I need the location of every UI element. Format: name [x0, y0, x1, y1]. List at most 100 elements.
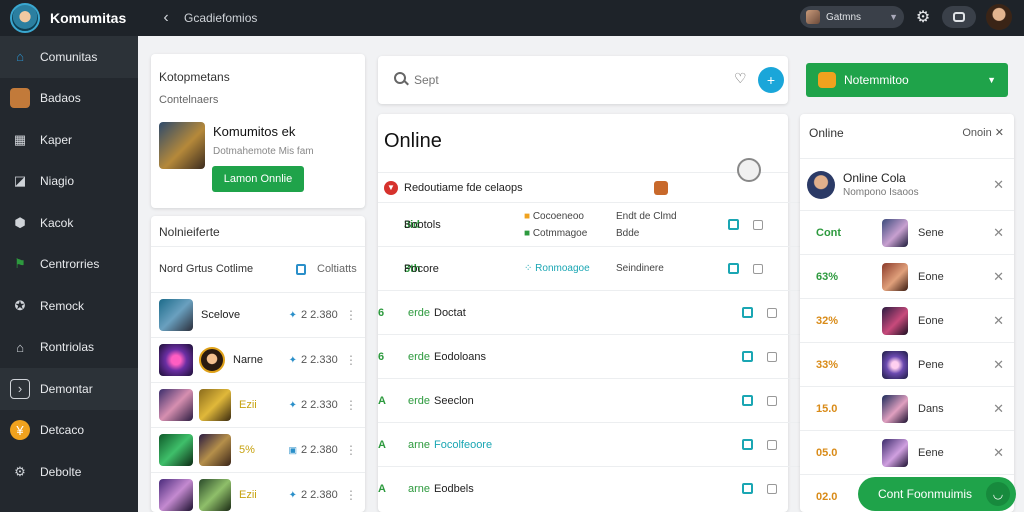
more-icon[interactable]: ⋮	[345, 398, 357, 412]
friends-panel-filter[interactable]: Onoin ✕	[962, 126, 1004, 139]
profile-dropdown[interactable]: Gatmns ▼	[800, 6, 904, 28]
row-checkbox[interactable]	[728, 219, 739, 230]
friend-row[interactable]: Cont Sene ✕	[800, 210, 1014, 254]
row-checkbox[interactable]	[742, 395, 753, 406]
table-row[interactable]: A arne Focolfeoore	[378, 422, 800, 466]
community-chat-button[interactable]: Cont Foonmuimis ◡	[858, 477, 1016, 511]
friend-row[interactable]: 05.0 Eene ✕	[800, 430, 1014, 474]
back-arrow-icon[interactable]: ‹	[154, 9, 178, 27]
friend-thumbnail	[882, 262, 908, 291]
game-thumbnail[interactable]	[159, 122, 205, 169]
close-icon[interactable]: ✕	[993, 177, 1004, 193]
sidebar-item-badaos[interactable]: Badaos	[0, 78, 138, 120]
sidebar-item-detcaco[interactable]: ¥ Detcaco	[0, 410, 138, 452]
list-item[interactable]: 5% ▣ 2 2.380 ⋮	[151, 427, 365, 472]
more-icon[interactable]: ⋮	[345, 488, 357, 502]
friend-row[interactable]: 63% Eone ✕	[800, 254, 1014, 298]
friend-row[interactable]: 32% Eone ✕	[800, 298, 1014, 342]
close-icon[interactable]: ✕	[993, 225, 1004, 241]
more-icon[interactable]: ⋮	[345, 353, 357, 367]
friend-row-name: Pene	[918, 358, 944, 371]
table-row[interactable]: A arne Eodbels	[378, 466, 800, 510]
gear-icon[interactable]: ⚙	[914, 7, 932, 27]
row-tag: arne	[408, 438, 431, 451]
row-select-box[interactable]	[753, 263, 763, 274]
game-thumbnail	[159, 479, 193, 511]
game-thumbnail	[159, 344, 193, 376]
user-avatar[interactable]	[986, 4, 1012, 30]
list-item[interactable]: Narne ✦ 2 2.330 ⋮	[151, 337, 365, 382]
friend-value: 63%	[816, 270, 839, 283]
sidebar-item-demontar[interactable]: › Demontar	[0, 368, 138, 410]
table-row[interactable]: A erde Seeclon	[378, 378, 800, 422]
breadcrumb[interactable]: Gcadiefomios	[184, 11, 257, 25]
friend-row-name: Sene	[918, 226, 944, 239]
close-icon[interactable]: ✕	[993, 357, 1004, 373]
star-icon: ▣	[288, 444, 297, 455]
row-checkbox[interactable]	[742, 351, 753, 362]
table-header-label: Redoutiame fde celaops	[404, 181, 523, 194]
more-icon[interactable]: ⋮	[345, 443, 357, 457]
avatar-icon	[10, 88, 30, 109]
sidebar-item-centrorries[interactable]: ⚑ Centrorries	[0, 244, 138, 286]
window-toggle-button[interactable]	[942, 6, 976, 28]
sidebar-item-kacok[interactable]: ⬢ Kacok	[0, 202, 138, 244]
close-icon[interactable]: ✕	[993, 401, 1004, 417]
table-row[interactable]: 6 erde Eodoloans	[378, 334, 800, 378]
row-tag: erde	[408, 306, 431, 319]
house-icon: ⌂	[16, 339, 24, 355]
sidebar-item-niagio[interactable]: ◪ Niagio	[0, 161, 138, 203]
friend-profile[interactable]: Online Cola Nompono Isaoos ✕	[800, 158, 1014, 210]
list-item[interactable]: Ezii ✦ 2 2.380 ⋮	[151, 472, 365, 512]
list-header-right[interactable]: Coltiatts	[317, 263, 357, 275]
row-select-box[interactable]	[753, 219, 763, 230]
game-thumbnail	[199, 389, 231, 421]
table-row[interactable]: 3th Pocore ⁘ Ronmoagoe Seindinere	[378, 246, 800, 290]
friend-thumbnail	[882, 394, 908, 423]
list-item-name: Scelove	[201, 309, 241, 321]
online-friends-panel: Online Onoin ✕ Online Cola Nompono Isaoo…	[800, 114, 1014, 512]
row-select-box[interactable]	[767, 307, 777, 318]
app-logo[interactable]	[10, 3, 40, 33]
sidebar-item-kaper[interactable]: ▦ Kaper	[0, 119, 138, 161]
gear-icon: ⚙	[14, 463, 26, 479]
search-input[interactable]	[414, 70, 714, 90]
friend-thumbnail	[882, 306, 908, 335]
friend-thumbnail	[882, 218, 908, 247]
row-select-box[interactable]	[767, 395, 777, 406]
row-checkbox[interactable]	[728, 263, 739, 274]
close-icon[interactable]: ✕	[993, 269, 1004, 285]
launch-online-button[interactable]: Lamon Onnlie	[212, 166, 304, 192]
add-button[interactable]: +	[758, 67, 784, 93]
friend-row[interactable]: 33% Pene ✕	[800, 342, 1014, 386]
game-thumbnail	[199, 434, 231, 466]
close-icon[interactable]: ✕	[993, 313, 1004, 329]
notifications-dropdown-button[interactable]: Notemmitoo ▼	[806, 63, 1008, 97]
close-icon[interactable]: ✕	[995, 127, 1004, 139]
list-item[interactable]: Scelove ✦ 2 2.380 ⋮	[151, 292, 365, 337]
flag-icon: ⚑	[14, 256, 26, 272]
sidebar-item-comunitas[interactable]: ⌂ Comunitas	[0, 36, 138, 78]
table-row[interactable]: 3id Bootols ■ Cocoeneoo ■ Cotmmagoe Endt…	[378, 202, 800, 246]
star-icon: ✦	[288, 309, 297, 321]
list-item-value: 2 2.380	[301, 444, 338, 456]
heart-icon[interactable]: ♡	[734, 70, 747, 87]
sidebar-item-label: Detcaco	[40, 423, 85, 438]
sidebar-item-debolte[interactable]: ⚙ Debolte	[0, 451, 138, 493]
row-checkbox[interactable]	[742, 483, 753, 494]
close-icon[interactable]: ✕	[993, 445, 1004, 461]
friend-value: 33%	[816, 358, 839, 371]
list-item[interactable]: Ezii ✦ 2 2.330 ⋮	[151, 382, 365, 427]
row-select-box[interactable]	[767, 439, 777, 450]
row-select-box[interactable]	[767, 351, 777, 362]
row-select-box[interactable]	[767, 483, 777, 494]
table-row[interactable]: 6 erde Doctat	[378, 290, 800, 334]
row-checkbox[interactable]	[742, 307, 753, 318]
friend-row[interactable]: 15.0 Dans ✕	[800, 386, 1014, 430]
game-thumbnail	[159, 299, 193, 331]
sidebar-item-remock[interactable]: ✪ Remock	[0, 285, 138, 327]
row-checkbox[interactable]	[742, 439, 753, 450]
friend-name: Online Cola	[843, 171, 906, 185]
sidebar-item-rontriolas[interactable]: ⌂ Rontriolas	[0, 327, 138, 369]
more-icon[interactable]: ⋮	[345, 308, 357, 322]
